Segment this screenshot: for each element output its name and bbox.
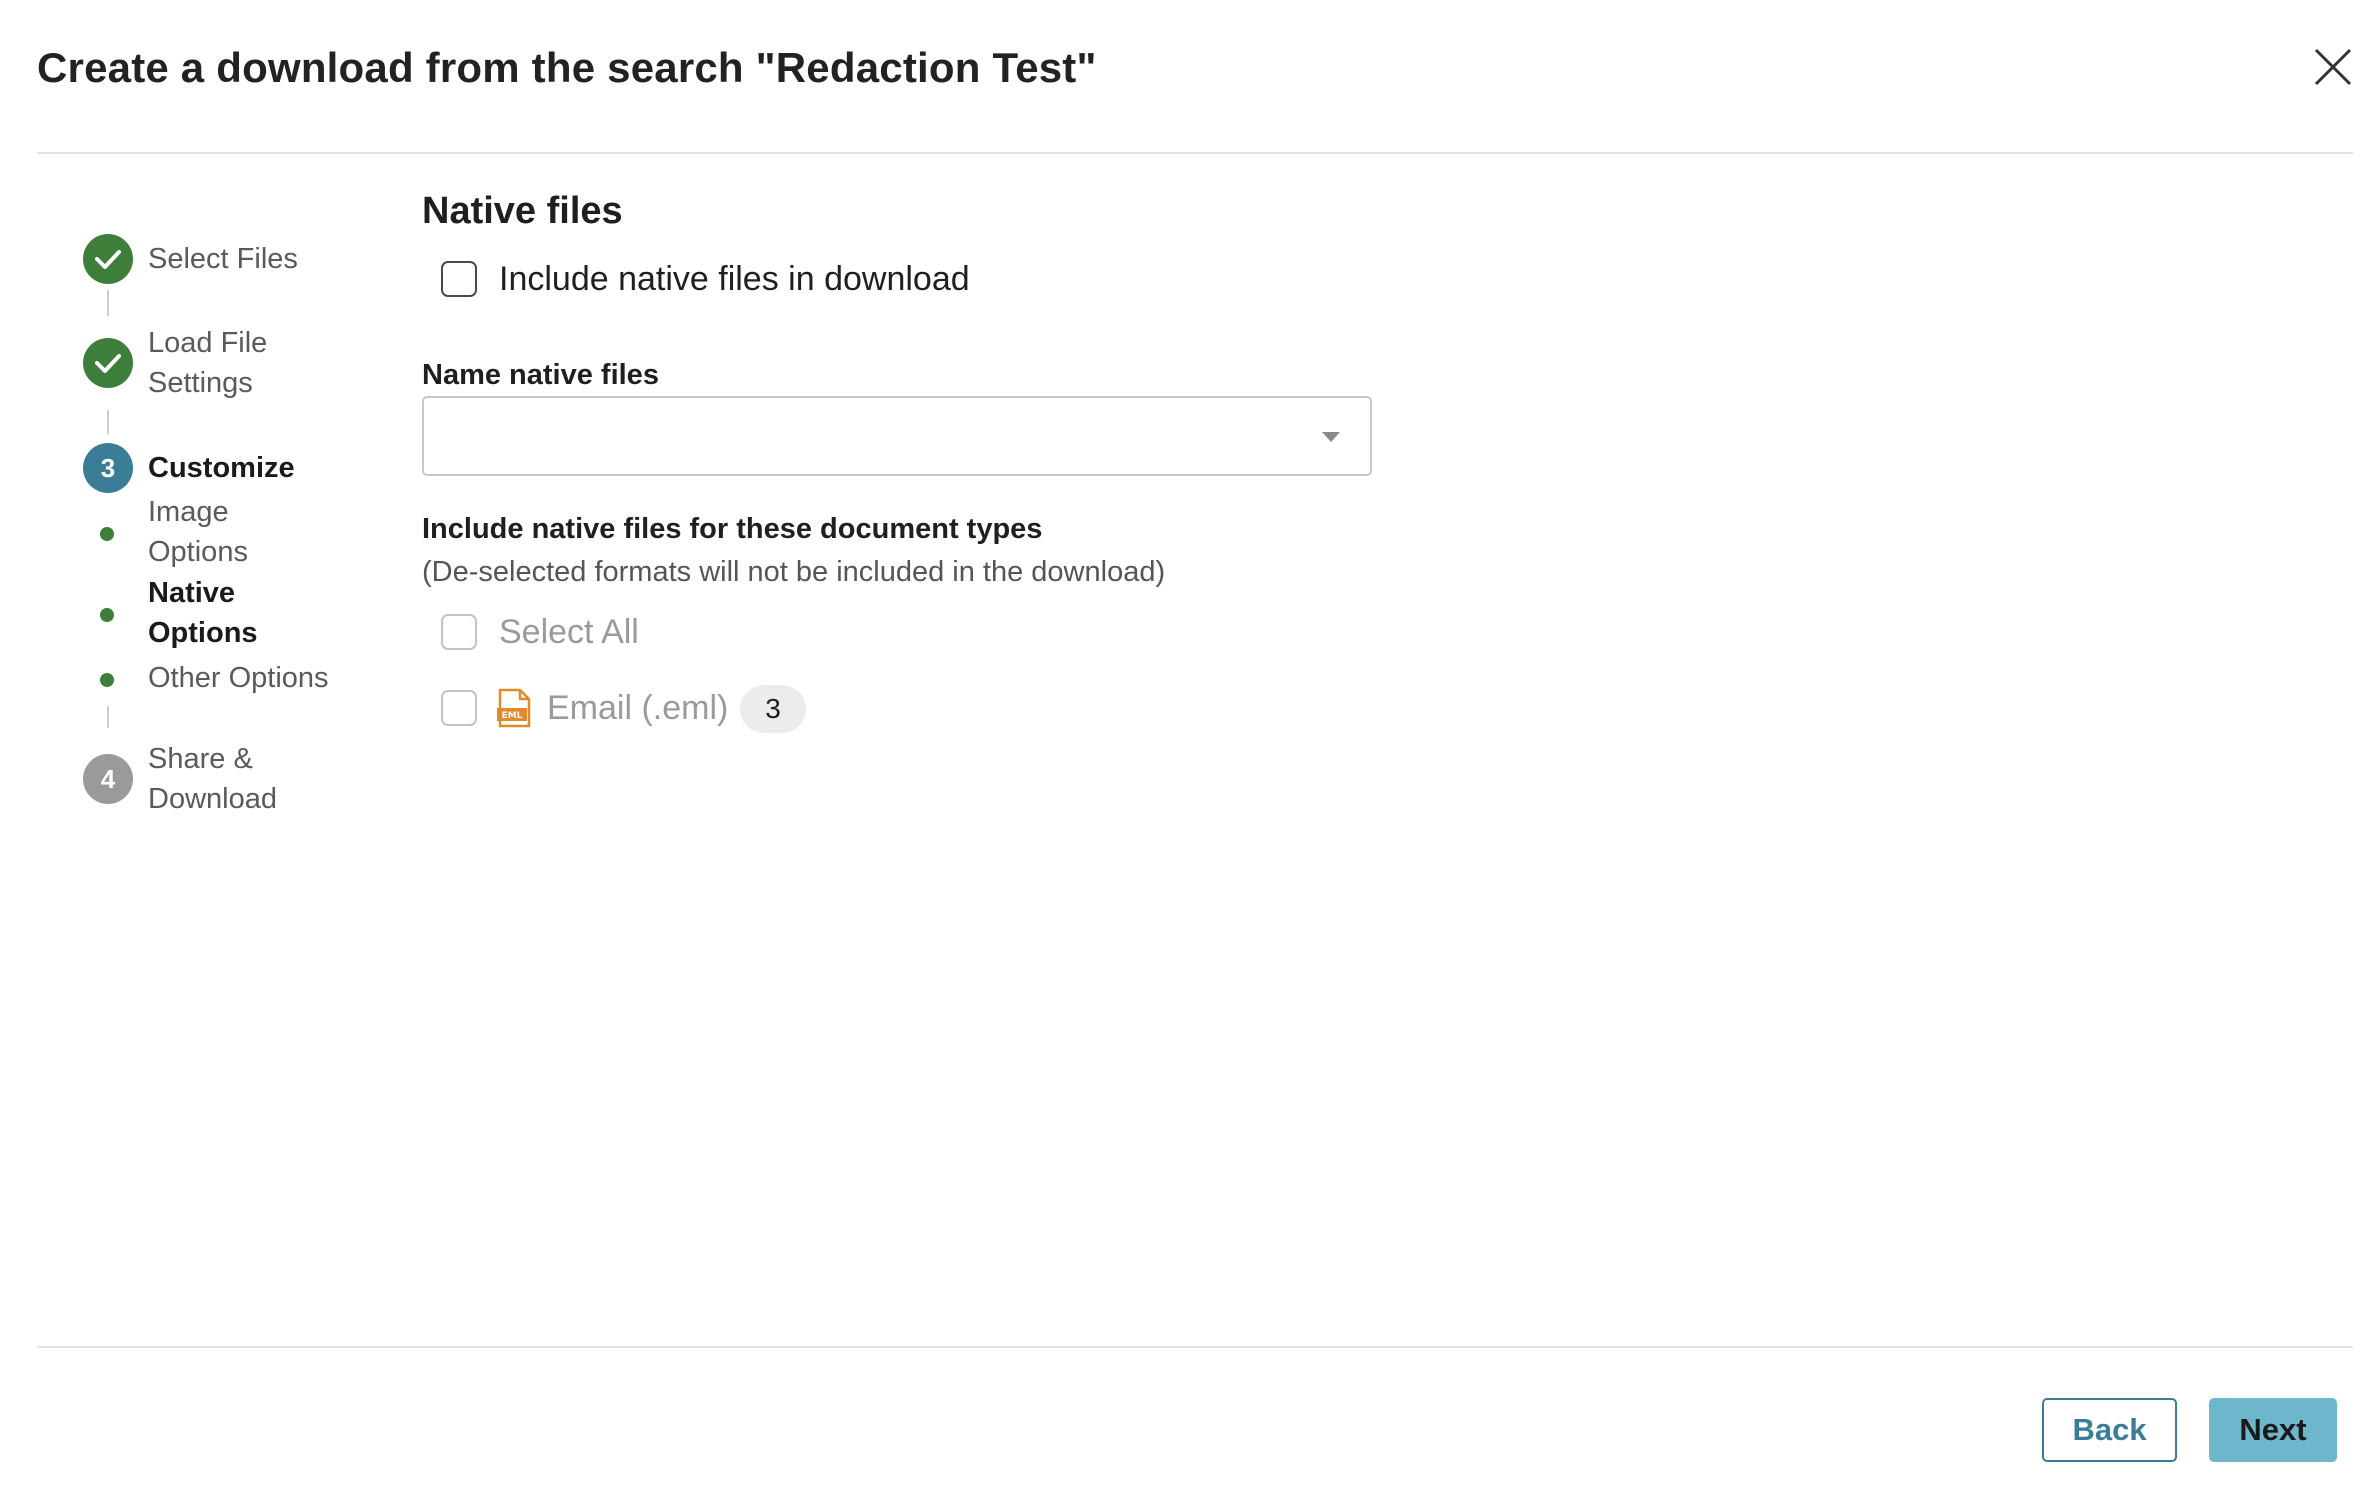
- step-connector: [107, 410, 109, 434]
- name-native-files-label: Name native files: [422, 359, 659, 391]
- svg-text:EML: EML: [502, 711, 523, 721]
- substep-dot: [100, 673, 114, 687]
- step-connector: [107, 706, 109, 728]
- step-load-file-settings[interactable]: Load File Settings: [148, 323, 298, 403]
- step-connector: [107, 290, 109, 316]
- step-share-download[interactable]: Share & Download: [148, 739, 298, 819]
- step-4-number: 4: [83, 754, 133, 804]
- doc-types-label: Include native files for these document …: [422, 513, 1043, 545]
- back-button[interactable]: Back: [2042, 1398, 2177, 1462]
- step-3-number: 3: [83, 443, 133, 493]
- footer-divider: [37, 1346, 2353, 1348]
- select-all-checkbox[interactable]: [441, 614, 477, 650]
- doc-types-helper: (De-selected formats will not be include…: [422, 556, 1166, 588]
- step-customize[interactable]: Customize: [148, 448, 368, 488]
- download-dialog: Create a download from the search "Redac…: [0, 0, 2380, 1510]
- email-count-badge: 3: [740, 685, 806, 733]
- select-all-label[interactable]: Select All: [499, 612, 639, 652]
- substep-dot: [100, 527, 114, 541]
- email-eml-checkbox[interactable]: [441, 690, 477, 726]
- close-icon[interactable]: [2310, 44, 2356, 90]
- header-divider: [37, 152, 2353, 154]
- step-select-files[interactable]: Select Files: [148, 239, 368, 279]
- email-eml-label[interactable]: Email (.eml): [547, 688, 728, 728]
- step-2-complete-icon: [83, 338, 133, 388]
- next-button[interactable]: Next: [2209, 1398, 2337, 1462]
- include-native-label[interactable]: Include native files in download: [499, 259, 970, 299]
- dialog-title: Create a download from the search "Redac…: [37, 44, 1097, 91]
- substep-other-options[interactable]: Other Options: [148, 658, 368, 698]
- name-native-files-select[interactable]: [422, 396, 1372, 476]
- substep-dot: [100, 608, 114, 622]
- chevron-down-icon: [1322, 432, 1340, 442]
- eml-file-icon: EML: [496, 688, 532, 728]
- substep-native-options[interactable]: Native Options: [148, 573, 268, 653]
- step-1-complete-icon: [83, 234, 133, 284]
- section-title: Native files: [422, 190, 623, 232]
- include-native-checkbox[interactable]: [441, 261, 477, 297]
- substep-image-options[interactable]: Image Options: [148, 492, 268, 572]
